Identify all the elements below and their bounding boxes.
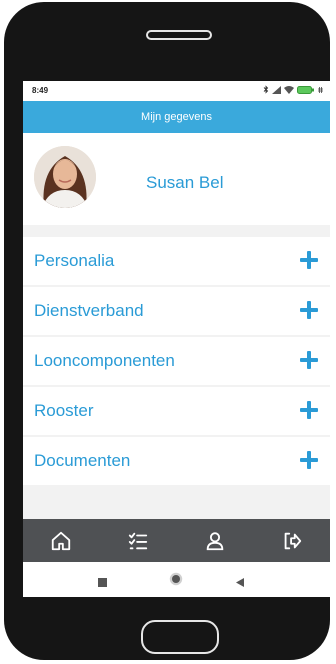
menu-item-rooster[interactable]: Rooster [23, 387, 330, 435]
back-button[interactable] [236, 574, 244, 592]
signal-icon [272, 85, 281, 94]
user-name: Susan Bel [146, 173, 224, 192]
profile-card: Susan Bel [23, 133, 330, 225]
app-screen: 8:49 Mijn gegevens Susan Bel Personalia … [23, 81, 330, 597]
back-icon [236, 578, 244, 587]
plus-icon[interactable] [300, 251, 318, 269]
menu-item-label: Rooster [34, 401, 94, 420]
wifi-icon [284, 85, 294, 94]
menu-list: Personalia Dienstverband Looncomponenten… [23, 237, 330, 487]
page-title: Mijn gegevens [141, 111, 212, 123]
data-saver-icon [318, 86, 323, 93]
menu-item-label: Looncomponenten [34, 351, 175, 370]
hardware-home-button[interactable] [141, 620, 219, 654]
bottom-nav [23, 519, 330, 562]
status-time: 8:49 [32, 86, 49, 95]
menu-item-dienstverband[interactable]: Dienstverband [23, 287, 330, 335]
checklist-icon [128, 532, 148, 549]
nav-logout-button[interactable] [272, 521, 312, 561]
menu-item-label: Personalia [34, 251, 115, 270]
plus-icon[interactable] [300, 401, 318, 419]
avatar [34, 146, 96, 208]
plus-icon[interactable] [300, 301, 318, 319]
system-nav-bar [23, 562, 330, 597]
nav-tasks-button[interactable] [118, 521, 158, 561]
status-icons [263, 85, 324, 94]
status-bar: 8:49 [23, 81, 330, 101]
menu-item-label: Dienstverband [34, 301, 144, 320]
menu-item-label: Documenten [34, 451, 131, 470]
menu-item-documenten[interactable]: Documenten [23, 437, 330, 485]
nav-home-button[interactable] [41, 521, 81, 561]
home-icon [52, 531, 71, 550]
system-home-button[interactable] [169, 572, 183, 591]
recents-button[interactable] [98, 574, 107, 592]
menu-item-personalia[interactable]: Personalia [23, 237, 330, 285]
bluetooth-icon [263, 85, 269, 94]
plus-icon[interactable] [300, 451, 318, 469]
app-bar: Mijn gegevens [23, 101, 330, 133]
battery-icon [297, 85, 314, 94]
recents-icon [98, 578, 107, 587]
home-icon [169, 572, 183, 586]
logout-icon [284, 532, 301, 549]
speaker-grille [146, 30, 212, 40]
plus-icon[interactable] [300, 351, 318, 369]
menu-item-looncomponenten[interactable]: Looncomponenten [23, 337, 330, 385]
nav-profile-button[interactable] [195, 521, 235, 561]
user-icon [206, 531, 224, 550]
